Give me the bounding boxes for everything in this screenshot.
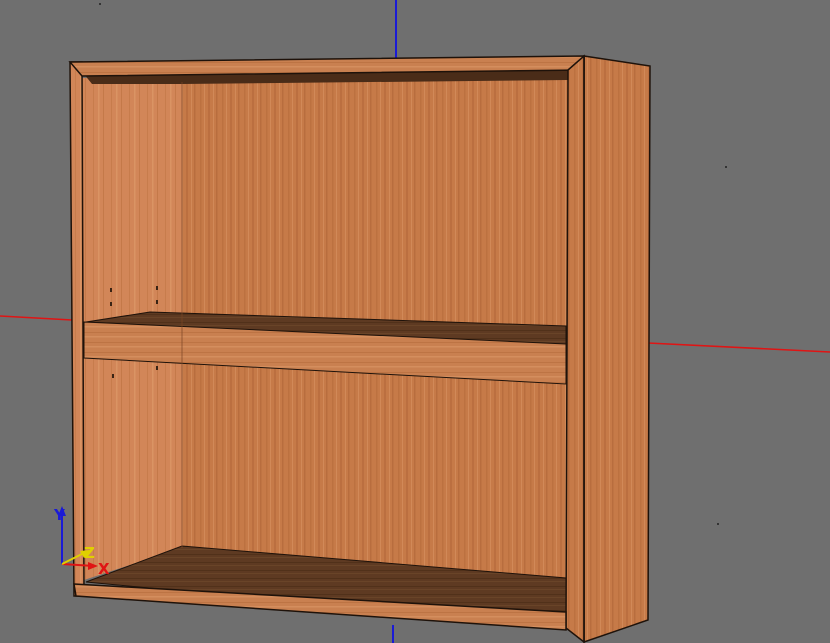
- 3d-viewport[interactable]: Y Z X: [0, 0, 830, 643]
- world-x-axis-right: [647, 342, 830, 353]
- gizmo-x-label: X: [98, 560, 110, 578]
- gizmo-z-label: Z: [84, 544, 95, 562]
- scene-point: [99, 3, 101, 5]
- scene-point: [717, 523, 719, 525]
- cabinet-model[interactable]: [68, 54, 651, 643]
- scene-point: [725, 166, 727, 168]
- left-front-edge[interactable]: [69, 61, 85, 597]
- right-side-panel[interactable]: [583, 55, 651, 643]
- gizmo-y-label: Y: [53, 506, 66, 524]
- scene-canvas[interactable]: Y Z X: [0, 0, 830, 643]
- right-front-edge[interactable]: [565, 54, 585, 643]
- world-x-axis-left: [0, 315, 73, 321]
